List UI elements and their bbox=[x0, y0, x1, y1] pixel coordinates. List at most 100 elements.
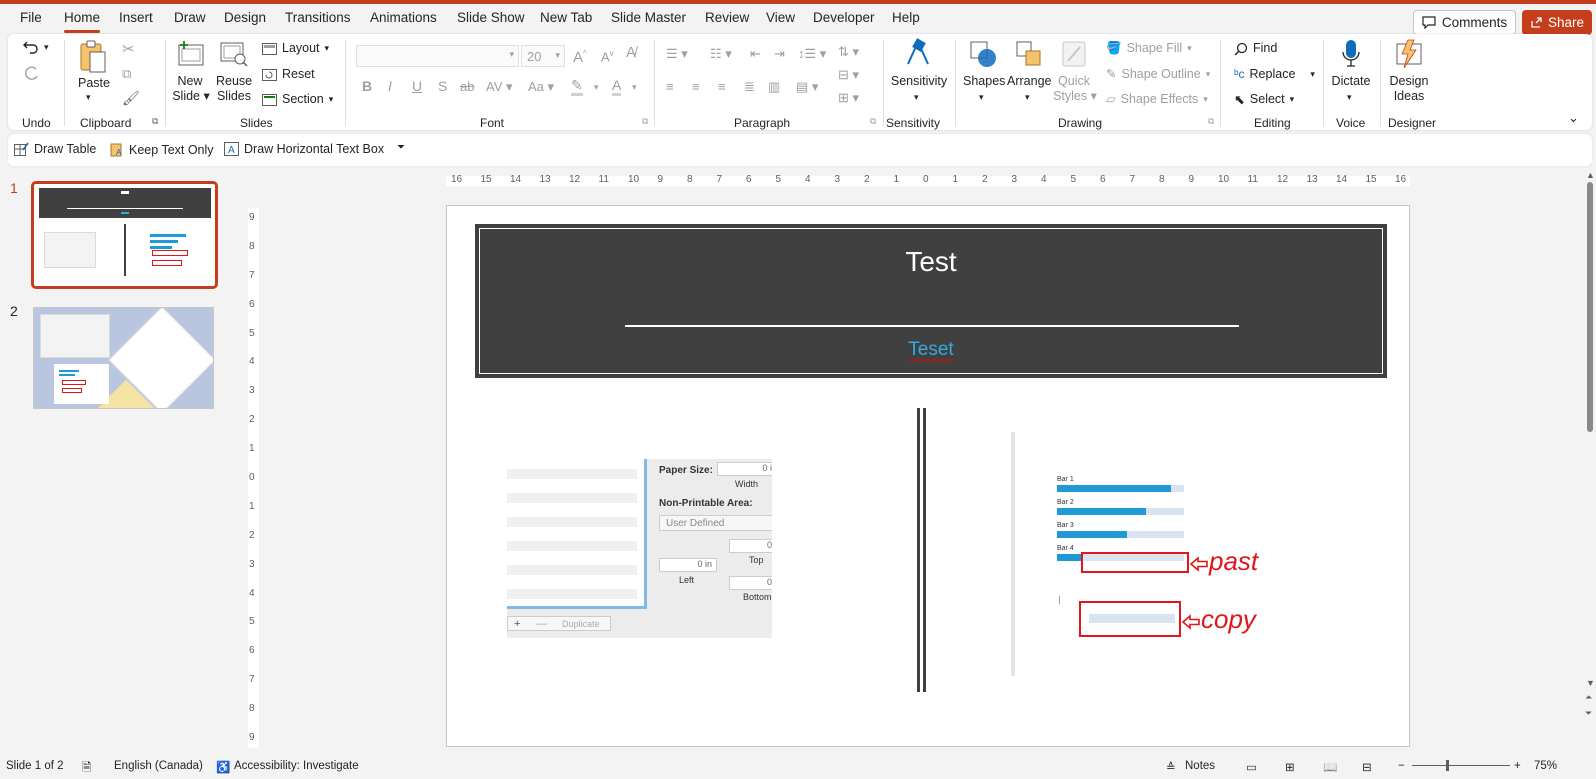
text-direction-icon[interactable]: ⇅ ▾ bbox=[838, 44, 859, 59]
font-color-dropdown-icon[interactable]: ▾ bbox=[632, 80, 637, 95]
strikethrough-icon[interactable]: ab bbox=[460, 79, 474, 94]
shape-fill-button[interactable]: 🪣 Shape Fill ▾ bbox=[1106, 41, 1192, 56]
paste-button[interactable]: Paste bbox=[78, 76, 110, 91]
arrange-icon[interactable] bbox=[1014, 39, 1044, 69]
keep-text-only-button[interactable]: A Keep Text Only bbox=[110, 142, 214, 157]
shadow-icon[interactable]: S bbox=[438, 79, 447, 94]
paragraph-dialog-launcher-icon[interactable]: ⧉ bbox=[870, 116, 876, 127]
slide-thumbnail-1[interactable] bbox=[31, 181, 218, 289]
copy-annotation[interactable]: copy bbox=[1201, 604, 1256, 635]
previous-slide-icon[interactable]: ⏶ bbox=[1585, 692, 1592, 703]
arrange-dropdown-icon[interactable]: ▾ bbox=[1025, 90, 1030, 105]
tab-developer[interactable]: Developer bbox=[813, 10, 875, 25]
change-case-icon[interactable]: Aa ▾ bbox=[528, 79, 554, 94]
draw-table-button[interactable]: Draw Table bbox=[14, 142, 96, 156]
share-button[interactable]: Share bbox=[1522, 10, 1592, 35]
comments-button[interactable]: Comments bbox=[1413, 10, 1516, 35]
undo-icon[interactable] bbox=[22, 39, 40, 55]
sensitivity-dropdown-icon[interactable]: ▾ bbox=[914, 90, 919, 105]
numbering-icon[interactable]: ☷ ▾ bbox=[710, 46, 732, 61]
smartart-icon[interactable]: ⊞ ▾ bbox=[838, 90, 859, 105]
notes-button[interactable]: Notes bbox=[1185, 760, 1215, 772]
zoom-slider-thumb[interactable] bbox=[1446, 760, 1449, 771]
slide-sorter-icon[interactable]: ⊞ bbox=[1285, 760, 1295, 774]
paste-dropdown-icon[interactable]: ▾ bbox=[86, 90, 91, 105]
character-spacing-icon[interactable]: AV ▾ bbox=[486, 79, 513, 94]
tab-home[interactable]: Home bbox=[64, 10, 100, 25]
tab-review[interactable]: Review bbox=[705, 10, 749, 25]
dictate-button[interactable]: Dictate bbox=[1328, 74, 1374, 89]
title-placeholder[interactable]: Test Teset bbox=[475, 224, 1387, 378]
highlight-dropdown-icon[interactable]: ▾ bbox=[594, 80, 599, 95]
copy-source-box[interactable] bbox=[1079, 601, 1181, 637]
page-setup-screenshot-image[interactable]: Paper Size: 0 i Width Non-Printable Area… bbox=[507, 459, 772, 638]
vertical-divider-line[interactable] bbox=[917, 408, 926, 692]
tab-slide-master[interactable]: Slide Master bbox=[611, 10, 686, 25]
scrollbar-thumb[interactable] bbox=[1587, 182, 1593, 432]
decrease-font-size-icon[interactable]: Av bbox=[601, 46, 614, 64]
font-size-combobox[interactable]: 20 ▾ bbox=[521, 45, 565, 67]
clear-formatting-icon[interactable]: A̸ bbox=[626, 45, 636, 60]
zoom-in-icon[interactable]: + bbox=[1514, 760, 1521, 772]
next-slide-icon[interactable]: ⏷ bbox=[1585, 708, 1592, 719]
align-left-icon[interactable]: ≡ bbox=[666, 79, 674, 94]
undo-dropdown-icon[interactable]: ▾ bbox=[44, 42, 49, 53]
design-ideas-button[interactable]: Design bbox=[1384, 74, 1434, 89]
tab-insert[interactable]: Insert bbox=[119, 10, 153, 25]
scroll-down-icon[interactable]: ▼ bbox=[1586, 678, 1595, 688]
tab-view[interactable]: View bbox=[766, 10, 795, 25]
slide-title[interactable]: Test bbox=[477, 246, 1385, 278]
dialog-launcher-icon[interactable]: ⧉ bbox=[152, 116, 158, 127]
zoom-out-icon[interactable]: − bbox=[1398, 760, 1405, 772]
tab-draw[interactable]: Draw bbox=[174, 10, 206, 25]
tab-new-tab[interactable]: New Tab bbox=[540, 10, 592, 25]
normal-view-icon[interactable]: ▭ bbox=[1246, 760, 1257, 774]
shapes-icon[interactable] bbox=[968, 39, 998, 69]
redo-icon[interactable] bbox=[22, 65, 40, 83]
shape-outline-button[interactable]: ✎ Shape Outline ▾ bbox=[1106, 67, 1210, 82]
notes-check-icon[interactable]: 🗎 bbox=[82, 760, 91, 779]
shapes-dropdown-icon[interactable]: ▾ bbox=[979, 90, 984, 105]
distributed-icon[interactable]: ▥ bbox=[768, 79, 780, 94]
align-right-icon[interactable]: ≡ bbox=[718, 79, 726, 94]
reuse-slides-button[interactable]: Reuse bbox=[216, 74, 252, 89]
tab-transitions[interactable]: Transitions bbox=[285, 10, 351, 25]
font-name-combobox[interactable]: ▾ bbox=[356, 45, 519, 67]
reuse-slides-icon[interactable] bbox=[218, 39, 250, 69]
underline-icon[interactable]: U bbox=[412, 79, 422, 94]
decrease-indent-icon[interactable]: ⇤ bbox=[750, 46, 761, 61]
section-button[interactable]: Section ▾ bbox=[262, 92, 333, 107]
align-center-icon[interactable]: ≡ bbox=[692, 79, 700, 94]
shapes-button[interactable]: Shapes bbox=[963, 74, 1005, 89]
find-button[interactable]: Find bbox=[1234, 41, 1277, 56]
replace-button[interactable]: ᵇc Replace ▾ bbox=[1234, 67, 1315, 82]
draw-text-box-button[interactable]: A Draw Horizontal Text Box bbox=[224, 142, 384, 156]
new-slide-button[interactable]: New bbox=[172, 74, 208, 89]
slide-canvas[interactable]: Test Teset Paper Size: 0 i Width Non-Pri… bbox=[446, 205, 1410, 747]
font-color-icon[interactable]: A bbox=[612, 78, 622, 96]
select-button[interactable]: ⬉ Select ▾ bbox=[1234, 92, 1294, 107]
justify-icon[interactable]: ≣ bbox=[744, 79, 755, 94]
paste-icon[interactable] bbox=[78, 40, 108, 76]
sensitivity-button[interactable]: Sensitivity bbox=[884, 74, 954, 89]
quick-styles-button[interactable]: Quick bbox=[1054, 74, 1094, 89]
language-indicator[interactable]: English (Canada) bbox=[114, 760, 203, 772]
tab-animations[interactable]: Animations bbox=[370, 10, 437, 25]
arrange-button[interactable]: Arrange bbox=[1007, 74, 1051, 89]
new-slide-icon[interactable] bbox=[176, 39, 206, 69]
reset-button[interactable]: Reset bbox=[262, 67, 315, 82]
microphone-icon[interactable] bbox=[1340, 38, 1362, 70]
italic-icon[interactable]: I bbox=[388, 79, 392, 94]
design-ideas-icon[interactable] bbox=[1394, 38, 1424, 70]
increase-font-size-icon[interactable]: A^ bbox=[573, 46, 587, 65]
slide-thumbnail-2[interactable] bbox=[33, 307, 214, 409]
cut-icon[interactable]: ✂ bbox=[122, 40, 135, 58]
columns-icon[interactable]: ▤ ▾ bbox=[796, 79, 818, 94]
increase-indent-icon[interactable]: ⇥ bbox=[774, 46, 785, 61]
layout-button[interactable]: Layout ▾ bbox=[262, 41, 329, 56]
tab-slide-show[interactable]: Slide Show bbox=[457, 10, 525, 25]
copy-icon[interactable]: ⧉ bbox=[122, 66, 131, 82]
align-text-icon[interactable]: ⊟ ▾ bbox=[838, 67, 859, 82]
font-dialog-launcher-icon[interactable]: ⧉ bbox=[642, 116, 648, 127]
past-annotation[interactable]: past bbox=[1209, 546, 1258, 577]
